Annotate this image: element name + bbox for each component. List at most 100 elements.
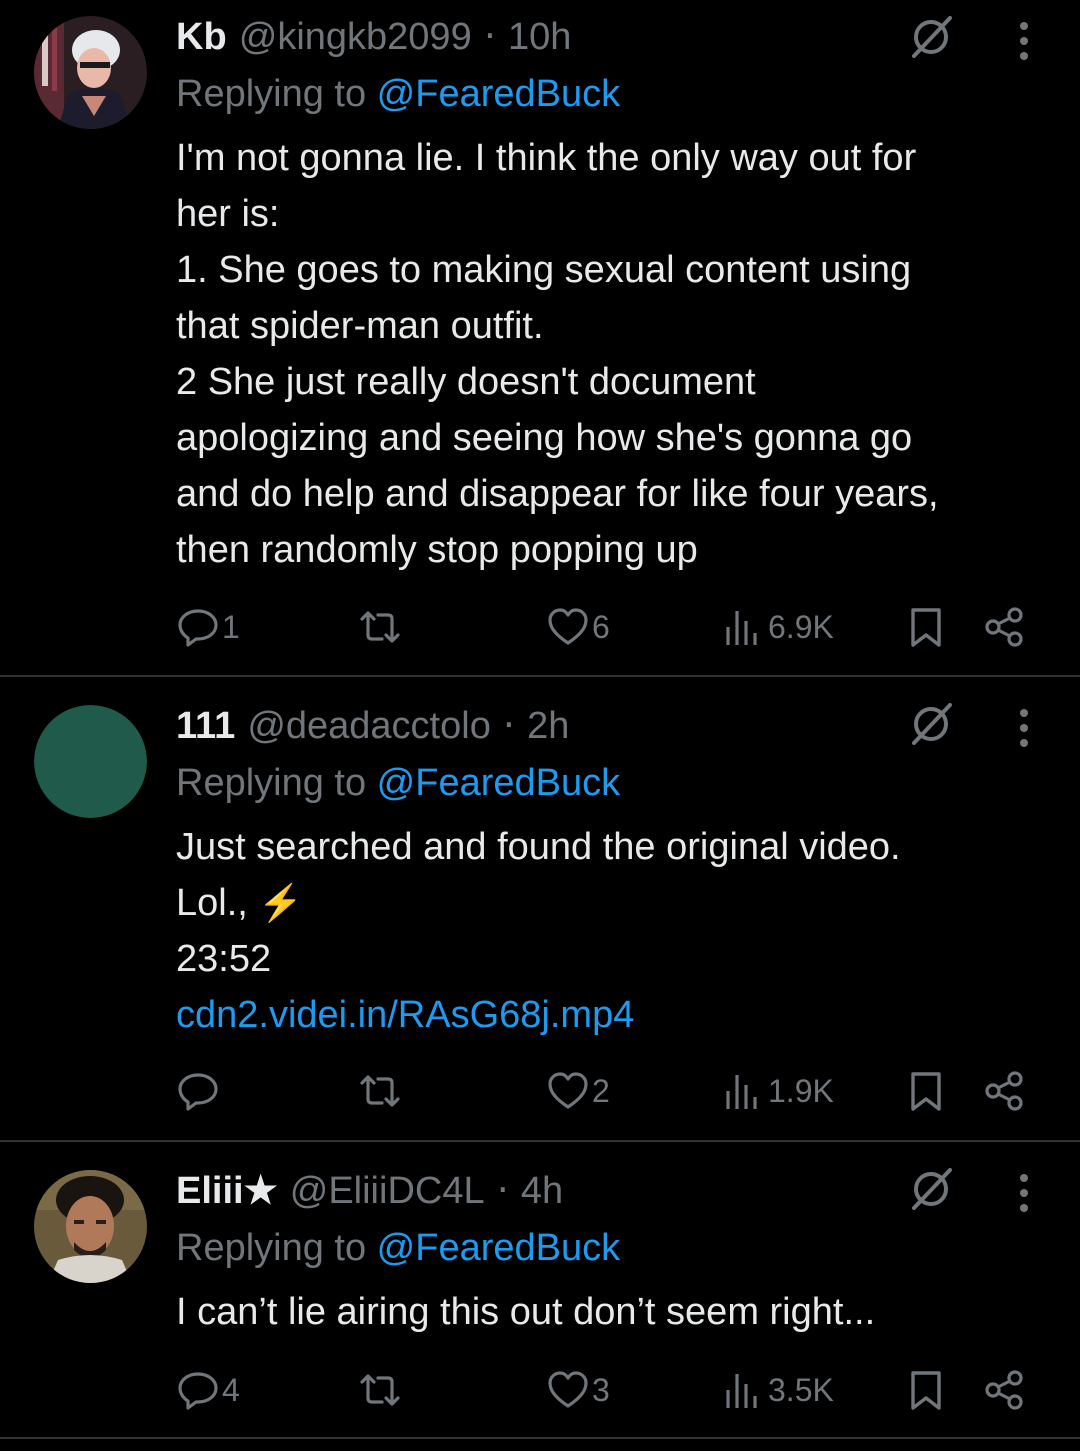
like-count: 3	[592, 1371, 610, 1408]
like-button[interactable]: 2	[546, 1061, 610, 1121]
bookmark-button[interactable]	[904, 597, 948, 657]
avatar[interactable]	[34, 1170, 147, 1283]
text-line: 1. She goes to making sexual content usi…	[176, 249, 912, 291]
reply-button[interactable]: 4	[176, 1360, 240, 1420]
retweet-icon	[360, 1075, 400, 1107]
share-icon	[985, 607, 1023, 647]
retweet-icon	[360, 611, 400, 643]
reply-feed: Kb @kingkb2099 · 10h Replying to @Feared…	[0, 0, 1080, 1439]
reply-count: 1	[222, 608, 240, 645]
reply-button[interactable]	[176, 1061, 222, 1121]
more-options-icon[interactable]	[1004, 703, 1044, 753]
replying-prefix: Replying to	[176, 73, 377, 115]
action-bar: 4 3 3.5K	[0, 1360, 1080, 1420]
mention-link[interactable]: @FearedBuck	[377, 1227, 620, 1269]
like-count: 6	[592, 608, 610, 645]
text-line: then randomly stop popping up	[176, 529, 698, 571]
text-line: Just searched and found the original vid…	[176, 826, 901, 868]
views-button[interactable]: 3.5K	[722, 1360, 834, 1420]
text-line: apologizing and seeing how she's gonna g…	[176, 417, 913, 459]
reply-icon	[178, 1372, 218, 1410]
bookmark-icon	[911, 1371, 941, 1410]
text-line: 2 She just really doesn't document	[176, 361, 756, 403]
views-icon	[726, 1075, 757, 1109]
bookmark-icon	[911, 1072, 941, 1111]
display-name[interactable]: Eliii★	[176, 1170, 278, 1212]
tweet-text: Just searched and found the original vid…	[176, 819, 1056, 1043]
share-button[interactable]	[982, 1061, 1026, 1121]
video-link[interactable]: cdn2.videi.in/RAsG68j.mp4	[176, 987, 1056, 1043]
bookmark-icon	[911, 608, 941, 647]
tweet[interactable]: 111 @deadacctolo · 2h Replying to @Feare…	[0, 677, 1080, 1142]
user-handle[interactable]: @deadacctolo	[247, 705, 491, 747]
more-options-icon[interactable]	[1004, 16, 1044, 66]
bookmark-button[interactable]	[904, 1360, 948, 1420]
views-icon	[726, 1374, 757, 1408]
grok-icon[interactable]	[906, 1164, 956, 1214]
reply-icon	[178, 1073, 218, 1111]
replying-prefix: Replying to	[176, 762, 377, 804]
tweet-text: I'm not gonna lie. I think the only way …	[176, 130, 1056, 578]
retweet-button[interactable]	[358, 1360, 402, 1420]
view-count: 1.9K	[768, 1072, 834, 1109]
reply-button[interactable]: 1	[176, 597, 240, 657]
like-count: 2	[592, 1072, 610, 1109]
grok-icon[interactable]	[906, 12, 956, 62]
timestamp[interactable]: 10h	[508, 16, 571, 58]
tweet-header: Kb @kingkb2099 · 10h	[176, 8, 571, 64]
action-bar: 1 6 6.9K	[0, 597, 1080, 657]
views-button[interactable]: 6.9K	[722, 597, 834, 657]
grok-icon[interactable]	[906, 699, 956, 749]
replying-prefix: Replying to	[176, 1227, 377, 1269]
text-line-with-emoji: Lol., ⚡	[176, 875, 1056, 931]
tweet-text: I can’t lie airing this out don’t seem r…	[176, 1284, 1056, 1340]
avatar[interactable]	[34, 16, 147, 129]
retweet-icon	[360, 1374, 400, 1406]
separator-dot: ·	[483, 14, 496, 58]
timestamp[interactable]: 2h	[527, 705, 569, 747]
separator-dot: ·	[496, 1168, 509, 1212]
views-icon	[726, 611, 757, 645]
like-button[interactable]: 6	[546, 597, 610, 657]
text-line: I'm not gonna lie. I think the only way …	[176, 137, 917, 179]
user-handle[interactable]: @kingkb2099	[239, 16, 472, 58]
tweet-header: Eliii★ @EliiiDC4L · 4h	[176, 1162, 563, 1218]
share-button[interactable]	[982, 1360, 1026, 1420]
heart-icon	[548, 608, 588, 645]
lightning-emoji: ⚡	[258, 882, 304, 923]
tweet-header: 111 @deadacctolo · 2h	[176, 697, 569, 753]
tweet[interactable]: Eliii★ @EliiiDC4L · 4h Replying to @Fear…	[0, 1142, 1080, 1439]
heart-icon	[548, 1371, 588, 1408]
like-button[interactable]: 3	[546, 1360, 610, 1420]
mention-link[interactable]: @FearedBuck	[377, 73, 620, 115]
view-count: 3.5K	[768, 1371, 834, 1408]
text-fragment: Lol.,	[176, 882, 259, 924]
tweet[interactable]: Kb @kingkb2099 · 10h Replying to @Feared…	[0, 0, 1080, 677]
share-icon	[985, 1071, 1023, 1111]
view-count: 6.9K	[768, 608, 834, 645]
text-line: that spider-man outfit.	[176, 305, 544, 347]
text-line: 23:52	[176, 938, 272, 980]
views-button[interactable]: 1.9K	[722, 1061, 834, 1121]
display-name[interactable]: Kb	[176, 16, 227, 58]
replying-to: Replying to @FearedBuck	[176, 66, 620, 122]
reply-count: 4	[222, 1371, 240, 1408]
text-line: I can’t lie airing this out don’t seem r…	[176, 1291, 876, 1333]
avatar[interactable]	[34, 705, 147, 818]
replying-to: Replying to @FearedBuck	[176, 1220, 620, 1276]
user-handle[interactable]: @EliiiDC4L	[290, 1170, 485, 1212]
text-line: and do help and disappear for like four …	[176, 473, 939, 515]
share-button[interactable]	[982, 597, 1026, 657]
more-options-icon[interactable]	[1004, 1168, 1044, 1218]
share-icon	[985, 1370, 1023, 1410]
reply-icon	[178, 609, 218, 647]
retweet-button[interactable]	[358, 1061, 402, 1121]
timestamp[interactable]: 4h	[521, 1170, 563, 1212]
mention-link[interactable]: @FearedBuck	[377, 762, 620, 804]
action-bar: 2 1.9K	[0, 1061, 1080, 1121]
replying-to: Replying to @FearedBuck	[176, 755, 620, 811]
retweet-button[interactable]	[358, 597, 402, 657]
separator-dot: ·	[502, 703, 516, 747]
display-name[interactable]: 111	[176, 705, 235, 747]
bookmark-button[interactable]	[904, 1061, 948, 1121]
